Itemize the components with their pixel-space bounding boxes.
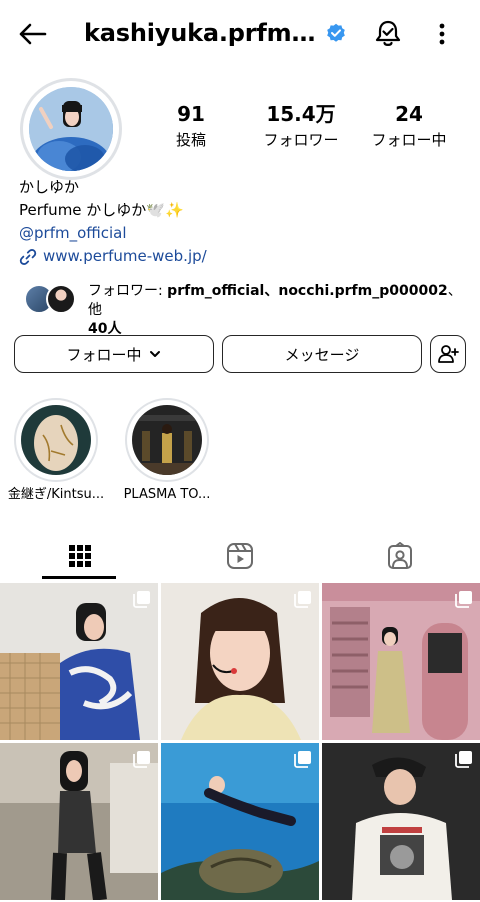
posts-stat[interactable]: 91 投稿 [138, 100, 244, 152]
verified-badge-icon [327, 23, 345, 42]
post-thumbnail[interactable] [161, 743, 319, 900]
following-stat[interactable]: 24 フォロー中 [356, 100, 462, 152]
highlight-plasma[interactable]: PLASMA TO... [111, 398, 223, 504]
followers-count: 15.4万 [266, 102, 336, 126]
multiple-posts-icon [294, 591, 311, 608]
multiple-posts-icon [455, 591, 472, 608]
post-thumbnail[interactable] [322, 583, 480, 740]
post-thumbnail[interactable] [0, 743, 158, 900]
person-add-icon [438, 345, 459, 363]
post-thumbnail[interactable] [322, 743, 480, 900]
multiple-posts-icon [294, 751, 311, 768]
profile-bio: かしゆか Perfume かしゆか🕊️✨ @prfm_official www.… [19, 176, 469, 268]
tagged-icon [388, 542, 412, 569]
message-button-label: メッセージ [284, 345, 360, 364]
followed-by[interactable]: フォロワー: prfm_official、nocchi.prfm_p000002… [24, 282, 464, 337]
highlight-label: 金継ぎ/Kintsu... [7, 487, 105, 502]
profile-tabs [0, 532, 480, 580]
followed-by-text: フォロワー: prfm_official、nocchi.prfm_p000002… [88, 282, 464, 339]
tab-reels[interactable] [160, 532, 320, 580]
more-vertical-icon [439, 23, 445, 45]
profile-avatar [29, 87, 113, 171]
avatar-photo [29, 87, 113, 171]
grid-icon [69, 545, 91, 567]
following-label: フォロー中 [371, 131, 447, 149]
highlight-kintsugi[interactable]: 金継ぎ/Kintsu... [0, 398, 112, 504]
followers-label: フォロワー [263, 131, 339, 149]
more-options-button[interactable] [432, 20, 452, 48]
profile-username: kashiyuka.prfm_p... [84, 19, 324, 47]
highlight-label: PLASMA TO... [123, 487, 211, 502]
suggest-people-button[interactable] [430, 335, 466, 373]
highlight-ring [125, 398, 209, 482]
highlight-cover [132, 405, 202, 475]
highlight-cover [21, 405, 91, 475]
notifications-button[interactable] [372, 18, 404, 50]
arrow-left-icon [19, 23, 47, 45]
following-button-label: フォロー中 [66, 345, 142, 364]
following-button[interactable]: フォロー中 [14, 335, 214, 373]
multiple-posts-icon [133, 591, 150, 608]
profile-stats: 91 投稿 15.4万 フォロワー 24 フォロー中 [148, 100, 468, 156]
highlight-ring [14, 398, 98, 482]
link-icon [19, 248, 37, 265]
following-count: 24 [395, 102, 423, 126]
profile-avatar-ring[interactable] [20, 78, 122, 180]
bell-check-icon [375, 20, 401, 46]
display-name: かしゆか [19, 178, 80, 196]
multiple-posts-icon [133, 751, 150, 768]
message-button[interactable]: メッセージ [222, 335, 422, 373]
mention-link[interactable]: @prfm_official [19, 222, 469, 245]
post-thumbnail[interactable] [0, 583, 158, 740]
followed-by-prefix: フォロワー: [88, 283, 168, 299]
multiple-posts-icon [455, 751, 472, 768]
chevron-down-icon [149, 351, 160, 357]
post-thumbnail[interactable] [161, 583, 319, 740]
back-button[interactable] [14, 20, 50, 48]
tab-tagged[interactable] [320, 532, 480, 580]
top-bar: kashiyuka.prfm_p... [0, 0, 480, 68]
reels-icon [227, 543, 253, 569]
posts-grid [0, 583, 480, 902]
website-url: www.perfume-web.jp/ [43, 247, 207, 265]
tab-posts-grid[interactable] [0, 532, 160, 580]
posts-label: 投稿 [175, 131, 206, 149]
website-link[interactable]: www.perfume-web.jp/ [19, 245, 469, 268]
active-tab-indicator [42, 576, 116, 579]
bio-text: Perfume かしゆか🕊️✨ [19, 201, 184, 219]
follower-avatar-2 [46, 284, 76, 314]
posts-count: 91 [177, 102, 205, 126]
followers-stat[interactable]: 15.4万 フォロワー [248, 100, 354, 152]
followed-by-names: prfm_official、nocchi.prfm_p000002 [167, 283, 448, 299]
